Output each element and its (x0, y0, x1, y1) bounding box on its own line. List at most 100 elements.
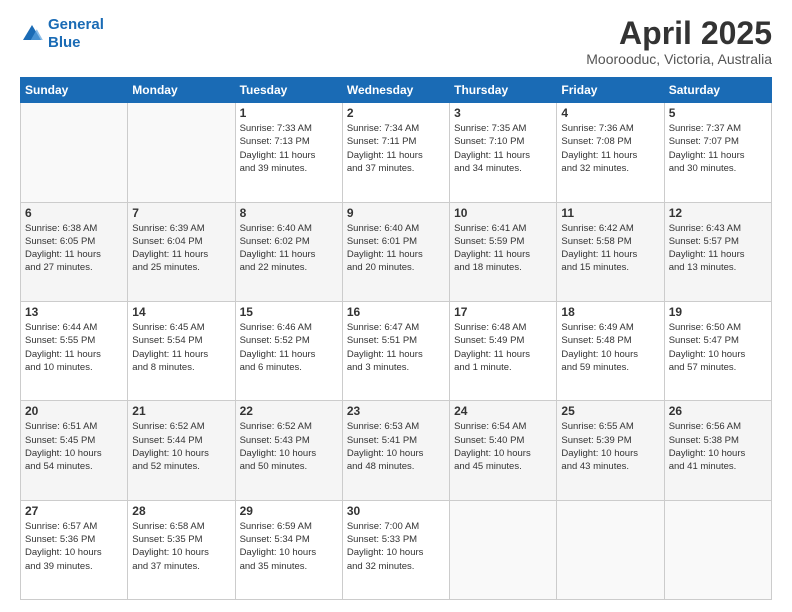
day-number: 13 (25, 305, 123, 319)
calendar-cell-w5-d2: 28Sunrise: 6:58 AM Sunset: 5:35 PM Dayli… (128, 500, 235, 599)
week-row-3: 13 Sunrise: 6:44 AM Sunset: 5:55 PM Dayli… (21, 301, 772, 400)
calendar-cell-w5-d3: 29 Sunrise: 6:59 AM Sunset: 5:34 PM Dayli… (235, 500, 342, 599)
day-number: 7 (132, 206, 230, 220)
day-detail: Sunrise: 6:39 AM Sunset: 6:04 PM Dayligh… (132, 222, 230, 275)
day-number: 18 (561, 305, 659, 319)
day-number: 15 (240, 305, 338, 319)
calendar-cell-w3-d2: 14 Sunrise: 6:45 AM Sunset: 5:54 PM Dayli… (128, 301, 235, 400)
calendar-cell-w1-d5: 3Sunrise: 7:35 AM Sunset: 7:10 PM Daylig… (450, 103, 557, 202)
calendar-cell-w5-d1: 27Sunrise: 6:57 AM Sunset: 5:36 PM Dayli… (21, 500, 128, 599)
calendar-cell-w3-d5: 17 Sunrise: 6:48 AM Sunset: 5:49 PM Dayli… (450, 301, 557, 400)
main-title: April 2025 (586, 16, 772, 51)
header: General Blue April 2025 Moorooduc, Victo… (20, 16, 772, 67)
day-detail: Sunrise: 6:45 AM Sunset: 5:54 PM Dayligh… (132, 321, 230, 374)
calendar-cell-w4-d2: 21Sunrise: 6:52 AM Sunset: 5:44 PM Dayli… (128, 401, 235, 500)
calendar-cell-w5-d6 (557, 500, 664, 599)
col-sunday: Sunday (21, 78, 128, 103)
logo-blue: Blue (48, 34, 81, 51)
day-detail: Sunrise: 6:48 AM Sunset: 5:49 PM Dayligh… (454, 321, 552, 374)
day-number: 26 (669, 404, 767, 418)
calendar-cell-w2-d6: 11Sunrise: 6:42 AM Sunset: 5:58 PM Dayli… (557, 202, 664, 301)
calendar-cell-w5-d4: 30Sunrise: 7:00 AM Sunset: 5:33 PM Dayli… (342, 500, 449, 599)
subtitle: Moorooduc, Victoria, Australia (586, 51, 772, 67)
day-detail: Sunrise: 6:44 AM Sunset: 5:55 PM Dayligh… (25, 321, 123, 374)
day-number: 8 (240, 206, 338, 220)
day-number: 17 (454, 305, 552, 319)
day-detail: Sunrise: 7:00 AM Sunset: 5:33 PM Dayligh… (347, 520, 445, 573)
day-number: 27 (25, 504, 123, 518)
calendar-cell-w2-d3: 8 Sunrise: 6:40 AM Sunset: 6:02 PM Daylig… (235, 202, 342, 301)
day-detail: Sunrise: 6:40 AM Sunset: 6:02 PM Dayligh… (240, 222, 338, 275)
week-row-1: 1Sunrise: 7:33 AM Sunset: 7:13 PM Daylig… (21, 103, 772, 202)
day-detail: Sunrise: 7:36 AM Sunset: 7:08 PM Dayligh… (561, 122, 659, 175)
calendar-cell-w1-d7: 5 Sunrise: 7:37 AM Sunset: 7:07 PM Daylig… (664, 103, 771, 202)
day-detail: Sunrise: 7:34 AM Sunset: 7:11 PM Dayligh… (347, 122, 445, 175)
calendar-cell-w4-d1: 20 Sunrise: 6:51 AM Sunset: 5:45 PM Dayli… (21, 401, 128, 500)
day-number: 22 (240, 404, 338, 418)
week-row-4: 20 Sunrise: 6:51 AM Sunset: 5:45 PM Dayli… (21, 401, 772, 500)
day-number: 28 (132, 504, 230, 518)
calendar-table: Sunday Monday Tuesday Wednesday Thursday… (20, 77, 772, 600)
day-detail: Sunrise: 6:52 AM Sunset: 5:44 PM Dayligh… (132, 420, 230, 473)
col-friday: Friday (557, 78, 664, 103)
day-number: 6 (25, 206, 123, 220)
day-detail: Sunrise: 6:51 AM Sunset: 5:45 PM Dayligh… (25, 420, 123, 473)
day-detail: Sunrise: 6:46 AM Sunset: 5:52 PM Dayligh… (240, 321, 338, 374)
calendar-cell-w3-d4: 16 Sunrise: 6:47 AM Sunset: 5:51 PM Dayli… (342, 301, 449, 400)
day-detail: Sunrise: 6:54 AM Sunset: 5:40 PM Dayligh… (454, 420, 552, 473)
calendar-cell-w1-d4: 2 Sunrise: 7:34 AM Sunset: 7:11 PM Daylig… (342, 103, 449, 202)
day-detail: Sunrise: 6:38 AM Sunset: 6:05 PM Dayligh… (25, 222, 123, 275)
calendar-cell-w3-d3: 15 Sunrise: 6:46 AM Sunset: 5:52 PM Dayli… (235, 301, 342, 400)
logo: General Blue (20, 16, 104, 52)
page: General Blue April 2025 Moorooduc, Victo… (0, 0, 792, 612)
calendar-cell-w3-d1: 13 Sunrise: 6:44 AM Sunset: 5:55 PM Dayli… (21, 301, 128, 400)
logo-general: General (48, 16, 104, 33)
day-detail: Sunrise: 7:37 AM Sunset: 7:07 PM Dayligh… (669, 122, 767, 175)
day-detail: Sunrise: 7:33 AM Sunset: 7:13 PM Dayligh… (240, 122, 338, 175)
calendar-cell-w5-d7 (664, 500, 771, 599)
calendar-cell-w4-d4: 23 Sunrise: 6:53 AM Sunset: 5:41 PM Dayli… (342, 401, 449, 500)
day-detail: Sunrise: 6:52 AM Sunset: 5:43 PM Dayligh… (240, 420, 338, 473)
day-number: 9 (347, 206, 445, 220)
day-number: 19 (669, 305, 767, 319)
week-row-5: 27Sunrise: 6:57 AM Sunset: 5:36 PM Dayli… (21, 500, 772, 599)
day-number: 20 (25, 404, 123, 418)
day-number: 16 (347, 305, 445, 319)
col-monday: Monday (128, 78, 235, 103)
calendar-cell-w5-d5 (450, 500, 557, 599)
day-number: 10 (454, 206, 552, 220)
calendar-cell-w2-d5: 10 Sunrise: 6:41 AM Sunset: 5:59 PM Dayli… (450, 202, 557, 301)
day-detail: Sunrise: 6:55 AM Sunset: 5:39 PM Dayligh… (561, 420, 659, 473)
col-wednesday: Wednesday (342, 78, 449, 103)
day-detail: Sunrise: 6:49 AM Sunset: 5:48 PM Dayligh… (561, 321, 659, 374)
logo-text: General Blue (48, 16, 104, 52)
calendar-cell-w3-d6: 18 Sunrise: 6:49 AM Sunset: 5:48 PM Dayli… (557, 301, 664, 400)
day-number: 12 (669, 206, 767, 220)
logo-icon (20, 22, 44, 46)
calendar-cell-w3-d7: 19Sunrise: 6:50 AM Sunset: 5:47 PM Dayli… (664, 301, 771, 400)
day-number: 5 (669, 106, 767, 120)
day-detail: Sunrise: 6:53 AM Sunset: 5:41 PM Dayligh… (347, 420, 445, 473)
calendar-cell-w4-d7: 26Sunrise: 6:56 AM Sunset: 5:38 PM Dayli… (664, 401, 771, 500)
day-number: 11 (561, 206, 659, 220)
day-detail: Sunrise: 6:43 AM Sunset: 5:57 PM Dayligh… (669, 222, 767, 275)
day-number: 2 (347, 106, 445, 120)
day-number: 4 (561, 106, 659, 120)
day-number: 14 (132, 305, 230, 319)
calendar-cell-w2-d2: 7 Sunrise: 6:39 AM Sunset: 6:04 PM Daylig… (128, 202, 235, 301)
calendar-cell-w2-d7: 12 Sunrise: 6:43 AM Sunset: 5:57 PM Dayli… (664, 202, 771, 301)
calendar-cell-w2-d1: 6 Sunrise: 6:38 AM Sunset: 6:05 PM Daylig… (21, 202, 128, 301)
day-detail: Sunrise: 6:59 AM Sunset: 5:34 PM Dayligh… (240, 520, 338, 573)
week-row-2: 6 Sunrise: 6:38 AM Sunset: 6:05 PM Daylig… (21, 202, 772, 301)
calendar-header-row: Sunday Monday Tuesday Wednesday Thursday… (21, 78, 772, 103)
day-detail: Sunrise: 6:47 AM Sunset: 5:51 PM Dayligh… (347, 321, 445, 374)
day-detail: Sunrise: 6:41 AM Sunset: 5:59 PM Dayligh… (454, 222, 552, 275)
day-number: 23 (347, 404, 445, 418)
day-number: 3 (454, 106, 552, 120)
day-number: 29 (240, 504, 338, 518)
calendar-cell-w1-d6: 4 Sunrise: 7:36 AM Sunset: 7:08 PM Daylig… (557, 103, 664, 202)
col-tuesday: Tuesday (235, 78, 342, 103)
calendar-cell-w4-d3: 22 Sunrise: 6:52 AM Sunset: 5:43 PM Dayli… (235, 401, 342, 500)
calendar-cell-w1-d3: 1Sunrise: 7:33 AM Sunset: 7:13 PM Daylig… (235, 103, 342, 202)
calendar-cell-w1-d2 (128, 103, 235, 202)
